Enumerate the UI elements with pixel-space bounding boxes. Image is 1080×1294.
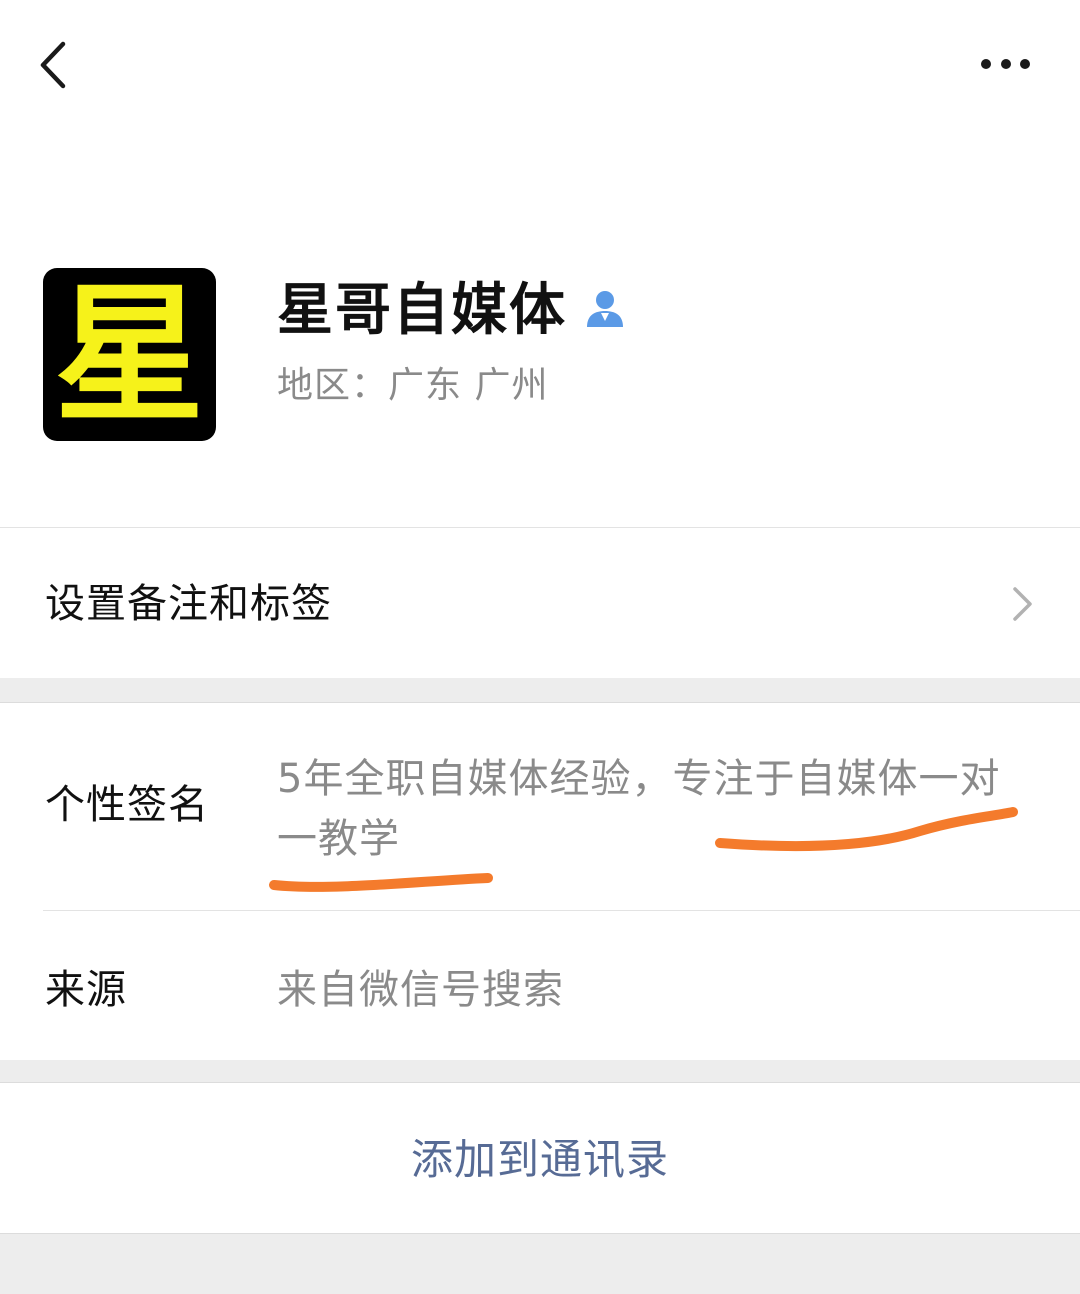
chevron-left-icon — [40, 41, 66, 89]
chevron-right-icon — [1013, 587, 1032, 621]
info-group: 个性签名 5年全职自媒体经验，专注于自媒体一对一教学 来源 来自微信号搜索 — [0, 702, 1080, 1060]
add-to-contacts-label: 添加到通讯录 — [410, 1135, 669, 1184]
profile-header: 星 星哥自媒体 地区：广东 广州 — [0, 0, 1080, 527]
person-icon — [587, 291, 623, 327]
add-to-contacts-button[interactable]: 添加到通讯录 — [0, 1082, 1080, 1234]
divider — [43, 910, 1080, 911]
signature-value: 5年全职自媒体经验，专注于自媒体一对一教学 — [277, 756, 1001, 862]
source-value: 来自微信号搜索 — [277, 967, 564, 1013]
back-button[interactable] — [28, 34, 82, 94]
signature-label: 个性签名 — [45, 782, 209, 828]
profile-name: 星哥自媒体 — [277, 278, 567, 343]
avatar[interactable]: 星 — [43, 268, 216, 441]
more-button[interactable] — [968, 44, 1044, 84]
profile-region: 地区：广东 广州 — [277, 365, 549, 406]
more-dots-icon — [981, 59, 1030, 69]
source-label: 来源 — [45, 967, 127, 1013]
set-remark-and-tags-row[interactable]: 设置备注和标签 — [0, 528, 1080, 678]
set-remark-label: 设置备注和标签 — [45, 581, 332, 627]
avatar-glyph: 星 — [54, 268, 205, 441]
